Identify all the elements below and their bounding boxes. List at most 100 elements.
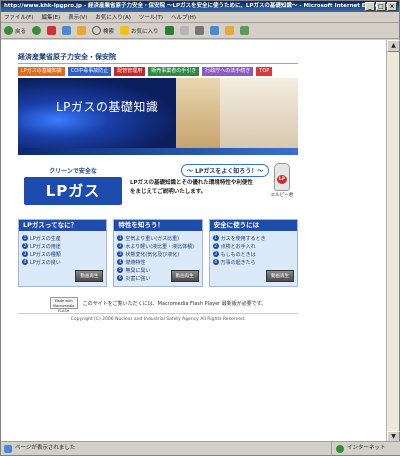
edit-icon[interactable] <box>209 26 219 35</box>
back-arrow-icon <box>4 26 13 35</box>
window-title: http://www.khk-lpgpro.jp - 経済産業省原子力安全・保安… <box>4 3 388 9</box>
intro-text: LPガスの基礎知識とその優れた環境特性や利便性をまじえてご説明いたします。 <box>130 180 253 195</box>
status-left: ページが表示されました <box>4 442 331 455</box>
stop-icon[interactable] <box>47 26 57 35</box>
list-item-label: LPガスの生産 <box>30 235 61 242</box>
minimize-button[interactable]: _ <box>365 2 375 11</box>
nav-item-piping[interactable]: 配管管理用 <box>114 67 146 76</box>
number-icon: 4 <box>22 259 28 265</box>
status-text: ページが表示されました <box>15 445 76 451</box>
list-item-label: 水より軽い(液比重・液比体積) <box>125 243 195 250</box>
flash-notice-text: このサイトをご覧いただくには、Macromedia Flash Player 最… <box>82 300 267 307</box>
list-item-label: もしものときは <box>220 251 256 258</box>
nav-item-procedures[interactable]: 行政庁への法手続き <box>202 67 254 76</box>
list-item-label: 点検とお手入れ <box>220 243 256 250</box>
list-item[interactable]: 2 水より軽い(液比重・液比体積) <box>117 242 201 250</box>
search-icon <box>92 26 102 35</box>
list-item[interactable]: 4 万事の起きたら <box>212 258 297 266</box>
menu-favorites[interactable]: お気に入り(A) <box>95 13 131 21</box>
messenger-icon[interactable] <box>239 26 249 35</box>
list-item[interactable]: 3 状態変化(気化及び液化) <box>117 250 201 258</box>
speech-bubble: ～ LPガスをよく知ろう！～ <box>181 164 270 177</box>
status-zone: インターネット <box>331 442 400 455</box>
nav-bar: LPガスの基礎知識 CO中毒事故防止 配管管理用 販売事業者の手引き 行政庁への… <box>18 67 298 76</box>
scroll-up-arrow-icon[interactable]: ▲ <box>387 40 400 52</box>
close-button[interactable]: × <box>387 2 397 11</box>
print-icon[interactable] <box>194 26 204 35</box>
forward-arrow-icon[interactable] <box>32 26 42 35</box>
logo-main-text: LPガス <box>24 177 122 205</box>
number-icon: 2 <box>212 243 219 249</box>
number-icon: 1 <box>212 235 219 241</box>
list-item[interactable]: 1 LPガスの生産 <box>22 234 106 242</box>
banner-title: LPガスの基礎知識 <box>56 100 159 114</box>
back-button[interactable]: 戻る <box>4 26 26 35</box>
ie-page-icon <box>4 444 12 453</box>
hero-banner: LPガスの基礎知識 <box>18 78 298 148</box>
menu-tools[interactable]: ツール(T) <box>139 13 163 21</box>
section-box-properties: 特性を知ろう！ 1 空気より重い(ガス比重) 2 水より軽い(液比重・液比体積) 3… <box>113 219 203 287</box>
section-box-safety: 安全に使うには 1 ガスを使用するとき 2 点検とお手入れ 3 もしものときは 4 万事… <box>208 219 298 287</box>
history-icon[interactable] <box>164 26 174 35</box>
search-label: 検索 <box>103 28 115 35</box>
mascot-character: LP エルピー君 <box>270 163 294 203</box>
nav-item-co-poisoning[interactable]: CO中毒事故防止 <box>67 67 112 76</box>
list-item-label: LPガスの良い <box>30 259 61 266</box>
menu-view[interactable]: 表示(V) <box>68 13 87 21</box>
list-item[interactable]: 4 燃焼特性 <box>117 258 201 266</box>
list-item[interactable]: 4 LPガスの良い <box>22 258 106 266</box>
nav-item-top[interactable]: TOP <box>256 67 273 76</box>
tool-bar: 戻る 検索 お気に入り <box>1 23 399 39</box>
section-list: 1 LPガスの生産 2 LPガスの用途 3 LPガスの種類 4 LPガスの良い <box>19 231 106 266</box>
flash-player-badge[interactable]: Made with Macromedia FLASH <box>49 297 78 313</box>
list-item[interactable]: 2 LPガスの用途 <box>22 242 106 250</box>
banner-strip <box>18 148 298 155</box>
number-icon: 2 <box>22 243 28 249</box>
page-viewport: 経済産業省原子力安全・保安院 LPガスの基礎知識 CO中毒事故防止 配管管理用 … <box>1 40 388 443</box>
browser-window: http://www.khk-lpgpro.jp - 経済産業省原子力安全・保安… <box>0 0 400 456</box>
number-icon: 2 <box>117 243 124 249</box>
mascot-name: エルピー君 <box>270 193 294 198</box>
number-icon: 3 <box>212 251 219 257</box>
logo-subtitle: クリーンで安全な <box>49 168 97 175</box>
lpgas-logo: クリーンで安全な LPガス <box>24 166 122 210</box>
favorites-label: お気に入り <box>131 28 159 35</box>
menu-file[interactable]: ファイル(F) <box>4 13 33 21</box>
list-item[interactable]: 3 もしものときは <box>212 250 297 258</box>
flash-notice: Made with Macromedia FLASH このサイトをご覧いただくに… <box>18 296 298 313</box>
section-title: 特性を知ろう！ <box>114 220 202 231</box>
list-item[interactable]: 1 空気より重い(ガス比重) <box>117 234 201 242</box>
mail-icon[interactable] <box>179 26 189 35</box>
window-controls: _ □ × <box>365 2 397 11</box>
vertical-scrollbar[interactable]: ▲ ▼ <box>386 40 400 443</box>
menu-bar: ファイル(F) 編集(E) 表示(V) お気に入り(A) ツール(T) ヘルプ(… <box>1 12 399 23</box>
favorites-button[interactable]: お気に入り <box>120 26 159 35</box>
video-play-button[interactable]: 動画再生 <box>75 270 104 282</box>
nav-item-dealers[interactable]: 販売事業者の手引き <box>148 67 200 76</box>
menu-help[interactable]: ヘルプ(H) <box>171 13 196 21</box>
search-button[interactable]: 検索 <box>92 26 114 35</box>
video-play-button[interactable]: 動画再生 <box>170 270 199 282</box>
list-item[interactable]: 1 ガスを使用するとき <box>212 234 297 242</box>
gas-cylinder-icon: LP <box>274 163 290 191</box>
list-item-label: 状態変化(気化及び液化) <box>125 251 180 258</box>
menu-edit[interactable]: 編集(E) <box>41 13 60 21</box>
home-icon[interactable] <box>77 26 87 35</box>
zone-text: インターネット <box>347 445 386 451</box>
list-item-label: 空気より重い(ガス比重) <box>125 235 180 242</box>
section-title: 安全に使うには <box>209 220 297 231</box>
number-icon: 3 <box>117 251 124 257</box>
status-bar: ページが表示されました インターネット <box>1 441 400 455</box>
section-title: LPガスってなに？ <box>19 220 107 231</box>
family-photo <box>176 78 220 148</box>
list-item-label: 災害に強い <box>125 275 151 282</box>
refresh-icon[interactable] <box>62 26 72 35</box>
video-play-button[interactable]: 動画再生 <box>265 270 294 282</box>
nav-item-basics[interactable]: LPガスの基礎知識 <box>18 67 65 76</box>
list-item[interactable]: 3 LPガスの種類 <box>22 250 106 258</box>
discuss-icon[interactable] <box>224 26 234 35</box>
list-item[interactable]: 2 点検とお手入れ <box>212 242 297 250</box>
list-item-label: ガスを使用するとき <box>220 235 266 242</box>
title-bar: http://www.khk-lpgpro.jp - 経済産業省原子力安全・保安… <box>1 1 399 12</box>
maximize-button[interactable]: □ <box>376 2 386 11</box>
